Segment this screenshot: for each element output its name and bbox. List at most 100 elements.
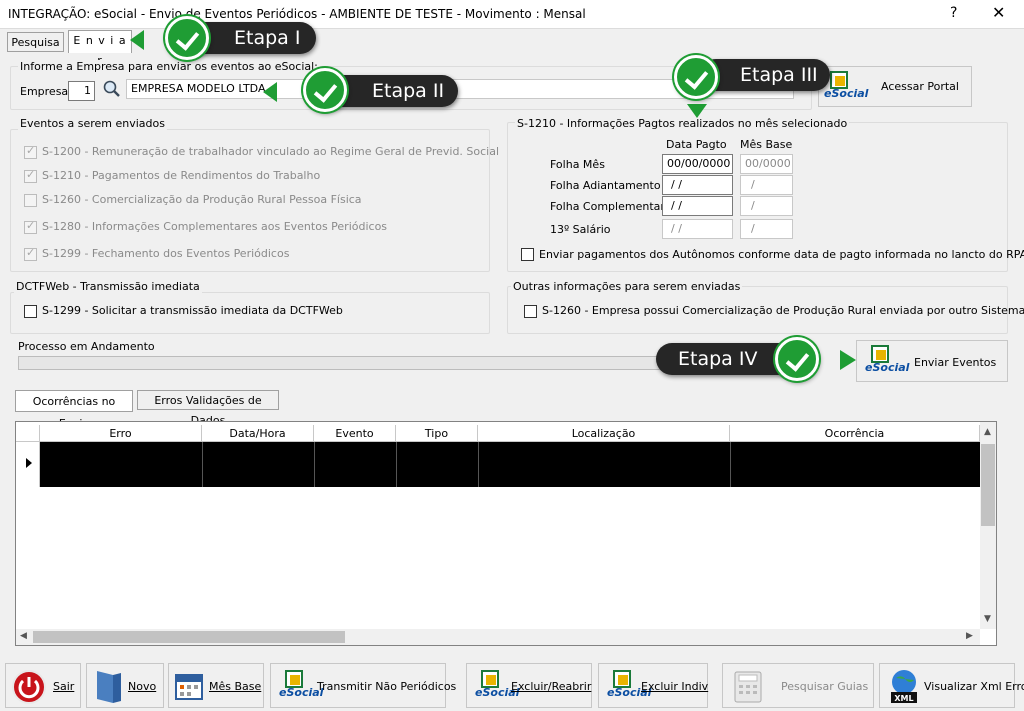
folha-adiantamento-base-input[interactable]: /: [740, 175, 793, 195]
decimo-terceiro-label: 13º Salário: [550, 223, 611, 236]
folha-mes-label: Folha Mês: [550, 158, 605, 171]
mes-base-label: Mês Base: [209, 680, 262, 693]
grid-header-erro[interactable]: Erro: [40, 425, 202, 442]
enviar-eventos-label: Enviar Eventos: [914, 356, 997, 369]
eventos-legend: Eventos a serem enviados: [18, 117, 167, 130]
novo-button[interactable]: Novo: [86, 663, 164, 708]
col-data-pagto: Data Pagto: [666, 138, 727, 151]
new-document-icon: [97, 671, 121, 703]
acessar-portal-label: Acessar Portal: [881, 80, 959, 93]
callout-etapa-3-label: Etapa III: [740, 64, 818, 86]
s1299-label: S-1299 - Fechamento dos Eventos Periódic…: [42, 247, 290, 260]
check-badge-icon: [303, 68, 347, 112]
pesquisar-guias-button[interactable]: Pesquisar Guias: [722, 663, 874, 708]
folha-complementar-base-input[interactable]: /: [740, 196, 793, 216]
power-icon: [12, 670, 46, 704]
folha-adiantamento-data-input[interactable]: / /: [662, 175, 733, 195]
s1280-label: S-1280 - Informações Complementares aos …: [42, 220, 388, 233]
esocial-icon: eSocial: [475, 670, 519, 700]
callout-pointer-icon: [687, 104, 707, 118]
tab-pesquisa[interactable]: Pesquisa: [7, 32, 64, 52]
callout-pointer-icon: [263, 82, 277, 102]
check-badge-icon: [165, 16, 209, 60]
col-mes-base: Mês Base: [740, 138, 793, 151]
visualizar-xml-erro-button[interactable]: XML Visualizar Xml Erro: [879, 663, 1024, 708]
folha-complementar-data-input[interactable]: / /: [662, 196, 733, 216]
processo-legend: Processo em Andamento: [18, 340, 155, 353]
search-icon[interactable]: [102, 79, 122, 99]
excluir-indiv-button[interactable]: eSocial Excluir Indiv: [598, 663, 708, 708]
enviar-eventos-button[interactable]: eSocial Enviar Eventos: [856, 340, 1008, 382]
autonomos-label: Enviar pagamentos dos Autônomos conforme…: [539, 248, 1024, 261]
checkbox-s1260[interactable]: [24, 194, 37, 207]
check-badge-icon: [674, 55, 718, 99]
excluir-reabrir-label: Excluir/Reabrir: [511, 680, 592, 693]
tab-ocorrencias[interactable]: Ocorrências no Envio: [15, 390, 133, 430]
empresa-code-input[interactable]: 1: [68, 81, 95, 101]
checkbox-s1299[interactable]: [24, 246, 37, 261]
folha-complementar-label: Folha Complementar: [550, 200, 665, 213]
callout-pointer-icon: [840, 350, 856, 370]
tab-erros-validacoes[interactable]: Erros Validações de Dados: [137, 390, 279, 427]
s1200-label: S-1200 - Remuneração de trabalhador vinc…: [42, 145, 500, 158]
visualizar-xml-erro-label: Visualizar Xml Erro: [924, 680, 1024, 693]
excluir-indiv-label: Excluir Indiv: [641, 680, 709, 693]
decimo-terceiro-base-input[interactable]: /: [740, 219, 793, 239]
esocial-logo-icon: eSocial: [865, 345, 909, 375]
excluir-reabrir-button[interactable]: eSocial Excluir/Reabrir: [466, 663, 592, 708]
grid-header-data-hora[interactable]: Data/Hora: [202, 425, 314, 442]
vertical-scroll-thumb[interactable]: [981, 444, 995, 526]
title-bar: INTEGRAÇÃO: eSocial - Envio de Eventos P…: [0, 0, 1024, 29]
esocial-icon: eSocial: [607, 670, 651, 700]
checkbox-autonomos[interactable]: [521, 248, 534, 261]
grid-header-localizacao[interactable]: Localização: [478, 425, 730, 442]
vertical-scrollbar[interactable]: ▲ ▼: [980, 422, 996, 629]
callout-etapa-1-label: Etapa I: [234, 27, 301, 49]
checkbox-s1210[interactable]: [24, 168, 37, 183]
scroll-right-icon[interactable]: ▶: [966, 631, 973, 641]
esocial-icon: eSocial: [279, 670, 323, 700]
tab-enviar[interactable]: E n v i a r: [68, 30, 132, 67]
scroll-left-icon[interactable]: ◀: [20, 631, 27, 641]
outras-legend: Outras informações para serem enviadas: [511, 280, 743, 293]
s1260-label: S-1260 - Comercialização da Produção Rur…: [42, 193, 362, 206]
table-row[interactable]: [40, 442, 980, 487]
outras-item-label: S-1260 - Empresa possui Comercialização …: [542, 304, 1024, 317]
callout-pointer-icon: [130, 30, 144, 50]
check-badge-icon: [775, 337, 819, 381]
callout-etapa-2-label: Etapa II: [372, 80, 445, 102]
mes-base-button[interactable]: Mês Base: [168, 663, 264, 708]
scroll-up-icon[interactable]: ▲: [984, 427, 991, 437]
row-indicator: [16, 442, 40, 487]
pesquisar-guias-label: Pesquisar Guias: [781, 680, 869, 693]
folha-mes-base-input[interactable]: 00/0000: [740, 154, 793, 174]
xml-globe-icon: XML: [891, 670, 917, 703]
callout-etapa-4-label: Etapa IV: [678, 348, 758, 370]
checkbox-dctfweb-s1299[interactable]: [24, 305, 37, 318]
transmitir-nao-periodicos-button[interactable]: eSocial Transmitir Não Periódicos: [270, 663, 456, 708]
help-button[interactable]: ?: [950, 5, 957, 21]
calendar-icon: [175, 674, 203, 700]
scroll-down-icon[interactable]: ▼: [984, 614, 991, 624]
grid-header-ocorrencia[interactable]: Ocorrência: [730, 425, 980, 442]
close-button[interactable]: ✕: [992, 3, 1005, 22]
row-pointer-icon: [26, 458, 32, 468]
checkbox-s1200[interactable]: [24, 144, 37, 159]
folha-mes-data-input[interactable]: 00/00/0000: [662, 154, 733, 174]
horizontal-scrollbar[interactable]: ◀ ▶: [16, 629, 980, 645]
callout-etapa-3: Etapa III: [700, 59, 830, 91]
sair-button[interactable]: Sair: [5, 663, 81, 708]
svg-text:XML: XML: [894, 694, 913, 703]
calculator-icon: [734, 671, 762, 703]
window-title: INTEGRAÇÃO: eSocial - Envio de Eventos P…: [8, 7, 586, 21]
grid-header-tipo[interactable]: Tipo: [396, 425, 478, 442]
acessar-portal-button[interactable]: eSocial Acessar Portal: [818, 66, 972, 107]
s1210-legend: S-1210 - Informações Pagtos realizados n…: [515, 117, 850, 130]
decimo-terceiro-data-input[interactable]: / /: [662, 219, 733, 239]
grid-header-evento[interactable]: Evento: [314, 425, 396, 442]
checkbox-s1280[interactable]: [24, 219, 37, 234]
s1210-label: S-1210 - Pagamentos de Rendimentos do Tr…: [42, 169, 321, 182]
checkbox-outras-s1260[interactable]: [524, 305, 537, 318]
novo-label: Novo: [128, 680, 157, 693]
horizontal-scroll-thumb[interactable]: [33, 631, 345, 643]
